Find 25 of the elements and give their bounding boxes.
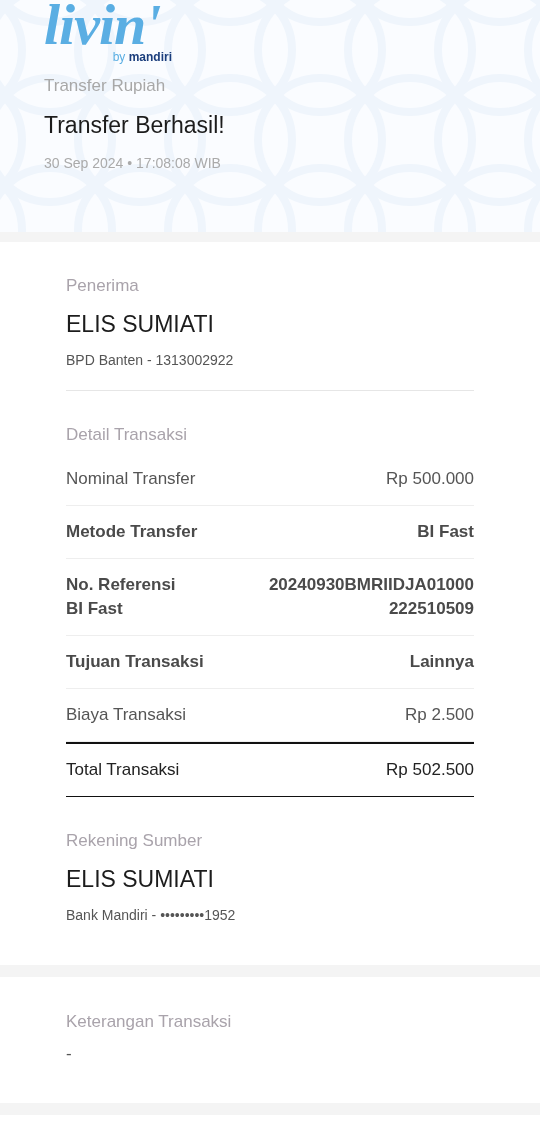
detail-label: Total Transaksi	[66, 759, 180, 781]
status-title: Transfer Berhasil!	[44, 112, 226, 139]
recipient-account: BPD Banten - 1313002922	[66, 352, 474, 391]
detail-label: Biaya Transaksi	[66, 704, 186, 726]
transfer-category: Transfer Rupiah	[44, 76, 167, 96]
detail-label: Tujuan Transaksi	[66, 651, 204, 673]
detail-value: Rp 502.500	[386, 759, 474, 781]
detail-value: Lainnya	[409, 651, 474, 673]
section-label: Detail Transaksi	[66, 425, 188, 445]
section-label: Keterangan Transaksi	[66, 1012, 233, 1032]
source-name: ELIS SUMIATI	[66, 866, 215, 893]
recipient-name: ELIS SUMIATI	[66, 311, 215, 338]
detail-value: 20240930BMRIIDJA01000222510509	[268, 574, 474, 620]
logo-tagline: by mandiri	[112, 50, 172, 64]
section-label: Penerima	[66, 276, 140, 296]
note-value: -	[66, 1044, 73, 1064]
section-label: Rekening Sumber	[66, 831, 204, 851]
detail-value: BI Fast	[417, 521, 474, 543]
detail-label: Metode Transfer	[66, 521, 198, 543]
detail-value: Rp 500.000	[386, 468, 474, 490]
detail-label: Nominal Transfer	[66, 468, 196, 490]
source-account: Bank Mandiri - •••••••••1952	[66, 907, 237, 923]
detail-label: No. Referensi BI Fast	[66, 574, 177, 620]
detail-value: Rp 2.500	[405, 704, 474, 726]
transaction-datetime: 30 Sep 2024 • 17:08:08 WIB	[44, 155, 222, 171]
